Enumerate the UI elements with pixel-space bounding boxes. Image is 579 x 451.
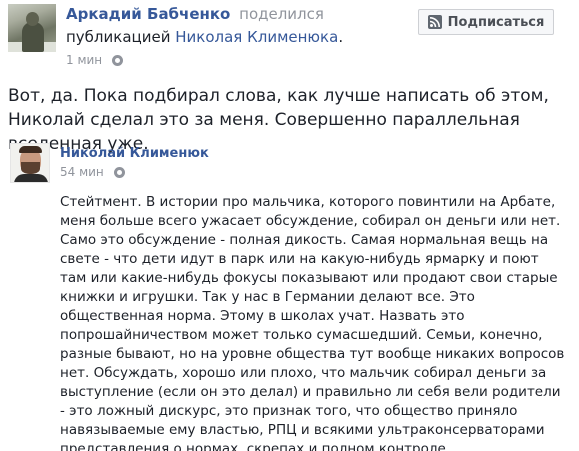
globe-icon[interactable]	[113, 166, 125, 178]
share-action-text: поделился	[239, 5, 324, 23]
subscribe-button[interactable]: Подписаться	[418, 9, 554, 35]
rss-icon	[427, 15, 442, 29]
post-timestamp[interactable]: 1 мин	[66, 53, 102, 67]
avatar[interactable]	[8, 4, 56, 52]
shared-from-line: публикацией Николая Клименюка.	[66, 27, 343, 47]
author-line: Аркадий Бабченко поделился	[66, 4, 324, 24]
shared-post-meta: 54 мин	[60, 165, 125, 179]
post-meta: 1 мин	[66, 53, 124, 67]
post-header: Аркадий Бабченко поделился публикацией Н…	[0, 0, 579, 76]
author-name-link[interactable]: Аркадий Бабченко	[66, 5, 230, 23]
shared-post-card: Николай Клименюк 54 мин Стейтмент. В ист…	[0, 136, 579, 451]
shared-prefix: публикацией	[66, 28, 171, 46]
shared-suffix: .	[338, 28, 344, 46]
subscribe-label: Подписаться	[447, 14, 545, 30]
shared-author-avatar[interactable]	[10, 143, 50, 183]
shared-author-link[interactable]: Николая Клименюка	[175, 28, 338, 46]
globe-icon[interactable]	[112, 54, 124, 66]
shared-post-text: Стейтмент. В истории про мальчика, котор…	[60, 194, 565, 451]
shared-post-timestamp[interactable]: 54 мин	[60, 165, 104, 179]
shared-post-author-link[interactable]: Николай Клименюк	[60, 146, 209, 161]
